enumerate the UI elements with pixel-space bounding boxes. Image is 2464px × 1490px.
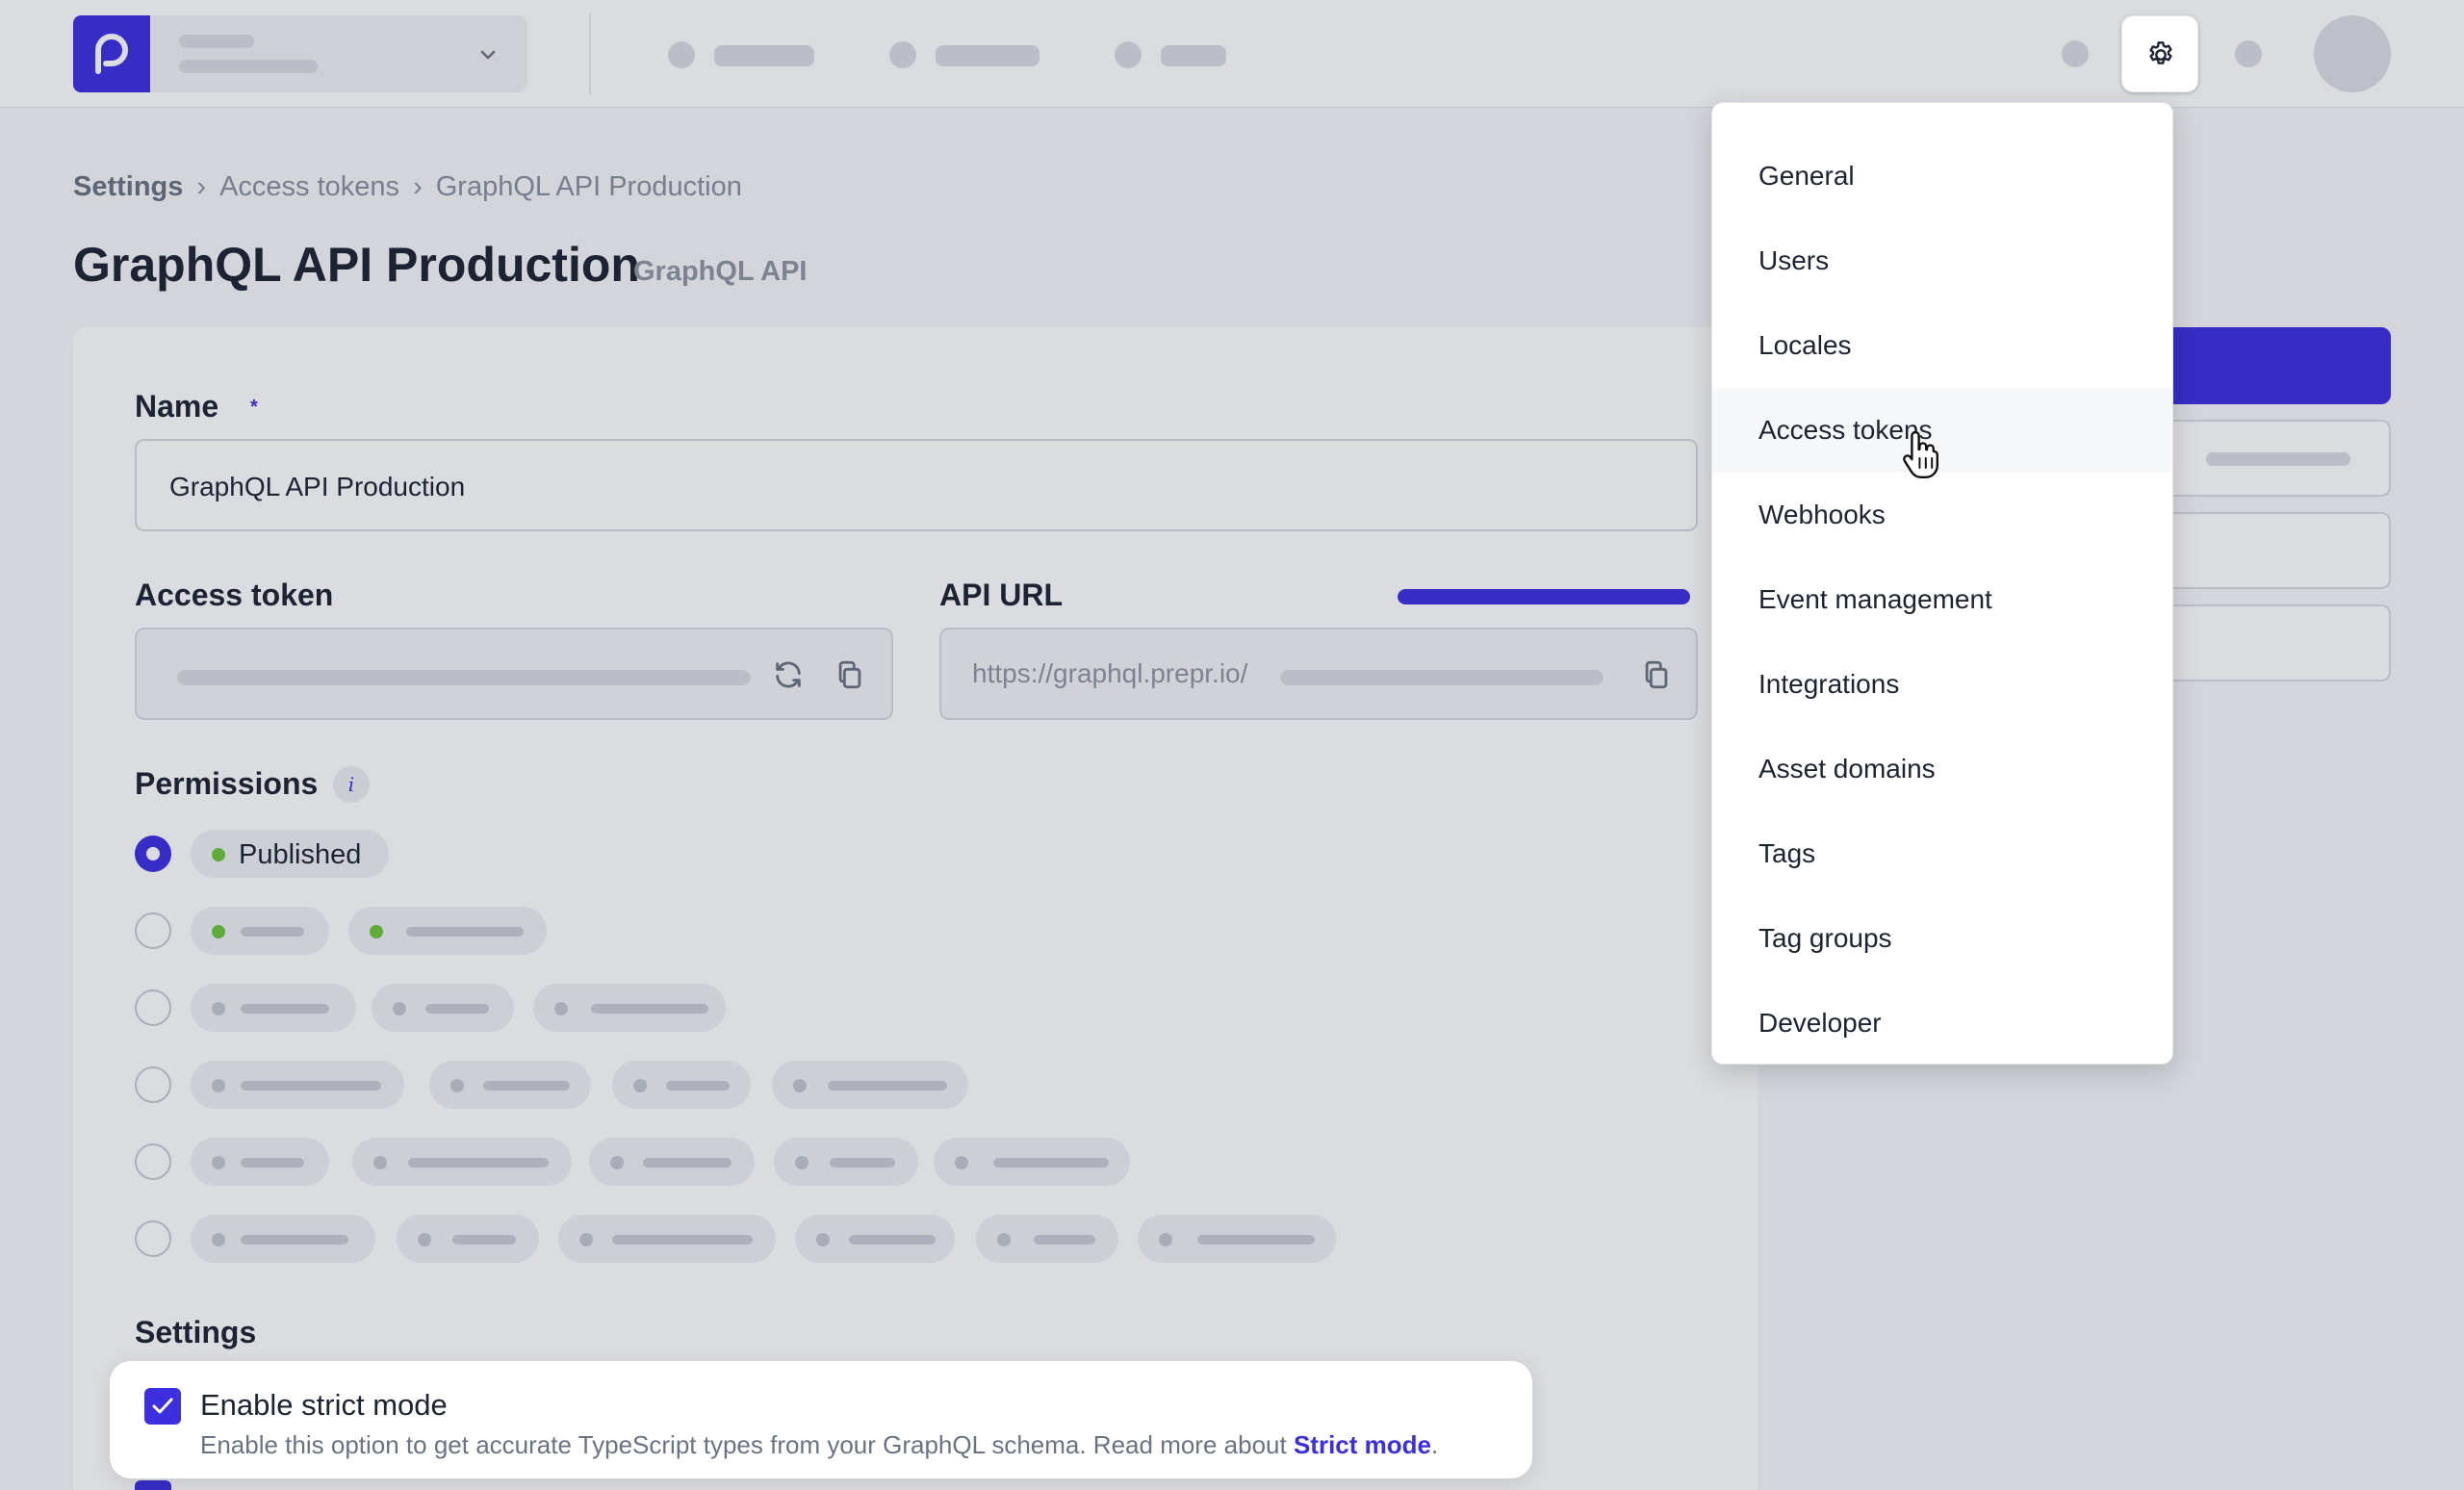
menu-item-tag-groups[interactable]: Tag groups: [1712, 896, 2172, 981]
strict-mode-description-text: Enable this option to get accurate TypeS…: [200, 1430, 1287, 1459]
menu-item-general[interactable]: General: [1712, 134, 2172, 218]
gear-icon: [2149, 41, 2172, 64]
menu-item-webhooks[interactable]: Webhooks: [1712, 473, 2172, 557]
menu-item-locales[interactable]: Locales: [1712, 303, 2172, 388]
menu-item-tags[interactable]: Tags: [1712, 811, 2172, 896]
check-icon: [152, 1398, 173, 1414]
settings-button-active[interactable]: [2121, 15, 2198, 92]
menu-item-access-tokens[interactable]: Access tokens: [1712, 388, 2172, 473]
strict-mode-docs-link[interactable]: Strict mode: [1294, 1430, 1431, 1459]
strict-mode-description: Enable this option to get accurate TypeS…: [200, 1430, 1438, 1460]
strict-mode-title: Enable strict mode: [200, 1388, 448, 1422]
settings-dropdown-menu: General Users Locales Access tokens Webh…: [1711, 102, 2173, 1065]
hand-pointer-icon: [1903, 430, 1938, 478]
menu-item-asset-domains[interactable]: Asset domains: [1712, 727, 2172, 811]
menu-item-developer[interactable]: Developer: [1712, 981, 2172, 1066]
strict-mode-description-suffix: .: [1430, 1430, 1439, 1459]
strict-mode-option: Enable strict mode Enable this option to…: [110, 1361, 1532, 1478]
menu-item-integrations[interactable]: Integrations: [1712, 642, 2172, 727]
menu-item-users[interactable]: Users: [1712, 218, 2172, 303]
menu-item-event-management[interactable]: Event management: [1712, 557, 2172, 642]
strict-mode-checkbox[interactable]: [144, 1388, 181, 1425]
